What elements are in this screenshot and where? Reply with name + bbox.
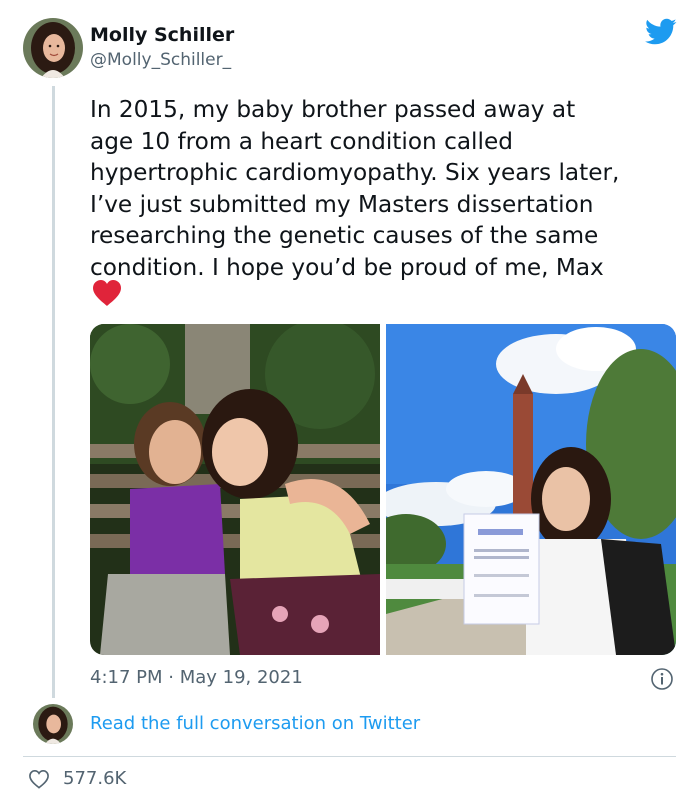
footer-divider (23, 756, 676, 757)
author-handle[interactable]: @Molly_Schiller_ (90, 50, 231, 70)
thread-connector-line (52, 86, 55, 698)
info-icon[interactable] (650, 667, 674, 691)
author-avatar-small[interactable] (33, 704, 73, 744)
twitter-bird-icon[interactable] (645, 18, 677, 46)
tweet-text: In 2015, my baby brother passed away at … (90, 96, 620, 281)
read-conversation-link[interactable]: Read the full conversation on Twitter (90, 713, 420, 734)
like-count[interactable]: 577.6K (63, 768, 126, 789)
red-heart-emoji (92, 279, 122, 307)
author-avatar-image (23, 18, 83, 78)
author-avatar[interactable] (23, 18, 83, 78)
tweet-photo-graduation[interactable] (386, 324, 676, 655)
tweet-timestamp[interactable]: 4:17 PM · May 19, 2021 (90, 667, 303, 688)
author-display-name[interactable]: Molly Schiller (90, 24, 234, 46)
heart-outline-icon[interactable] (28, 769, 50, 789)
tweet-photo-siblings[interactable] (90, 324, 380, 655)
